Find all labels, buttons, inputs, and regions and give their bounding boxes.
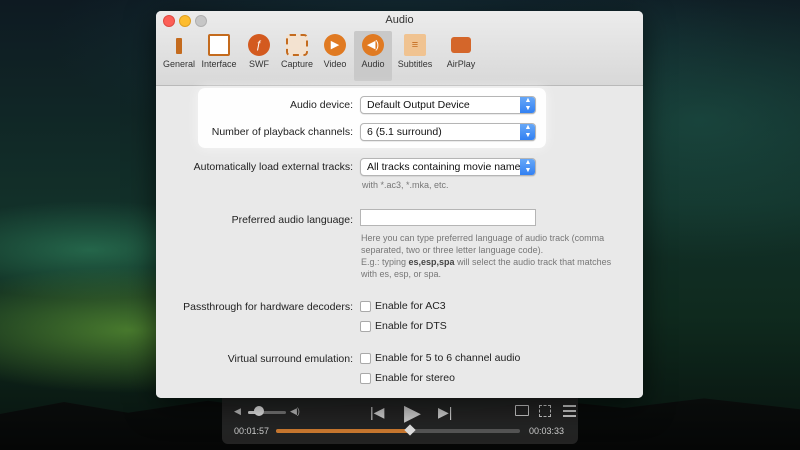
- external-tracks-value: All tracks containing movie name: [367, 161, 521, 173]
- video-icon: ▶: [324, 34, 346, 56]
- tab-subtitles[interactable]: ≡ Subtitles: [392, 31, 438, 81]
- tab-capture[interactable]: Capture: [278, 31, 316, 81]
- preferred-language-label: Preferred audio language:: [231, 214, 353, 226]
- channels-label: Number of playback channels:: [211, 126, 353, 138]
- preferred-language-input[interactable]: [360, 209, 536, 226]
- tab-general[interactable]: General: [160, 31, 198, 81]
- fullscreen-icon[interactable]: [539, 405, 551, 417]
- volume-down-icon[interactable]: ◀: [234, 407, 242, 416]
- dts-label: Enable for DTS: [375, 320, 447, 332]
- tab-interface[interactable]: Interface: [198, 31, 240, 81]
- audio-device-select[interactable]: Default Output Device ▲ ▼: [360, 96, 536, 114]
- chevron-updown-icon: ▲ ▼: [520, 124, 535, 140]
- five-to-six-label: Enable for 5 to 6 channel audio: [375, 352, 521, 364]
- tab-label: AirPlay: [446, 59, 476, 69]
- audio-device-label: Audio device:: [289, 99, 353, 111]
- stereo-label: Enable for stereo: [375, 372, 455, 384]
- seek-bar[interactable]: [276, 424, 520, 436]
- preferred-language-help: Here you can type preferred language of …: [361, 232, 631, 280]
- tab-label: SWF: [249, 59, 269, 69]
- tab-airplay[interactable]: AirPlay: [438, 31, 484, 81]
- passthrough-label: Passthrough for hardware decoders:: [183, 301, 353, 313]
- tab-swf[interactable]: ƒ SWF: [240, 31, 278, 81]
- five-to-six-checkbox-row[interactable]: Enable for 5 to 6 channel audio: [360, 352, 520, 364]
- help-example: es,esp,spa: [408, 257, 455, 267]
- tab-label: General: [162, 59, 196, 69]
- tab-label: Video: [323, 59, 347, 69]
- ac3-checkbox[interactable]: [360, 300, 371, 312]
- help-prefix: E.g.: typing: [361, 257, 409, 267]
- external-tracks-select[interactable]: All tracks containing movie name ▲ ▼: [360, 158, 536, 176]
- help-line: Here you can type preferred language of …: [361, 233, 605, 243]
- general-icon: [176, 38, 182, 54]
- tab-label: Subtitles: [397, 59, 433, 69]
- tab-video[interactable]: ▶ Video: [316, 31, 354, 81]
- preferences-window: Audio General Interface ƒ SWF Capture ▶ …: [156, 11, 643, 398]
- help-line: with es, esp, or spa.: [361, 269, 442, 279]
- playlist-icon[interactable]: [563, 405, 576, 417]
- audio-device-value: Default Output Device: [367, 99, 470, 111]
- tab-audio[interactable]: ◀) Audio: [354, 31, 392, 81]
- chevron-updown-icon: ▲ ▼: [520, 97, 535, 113]
- previous-button[interactable]: |◀: [370, 404, 384, 421]
- tab-label: Capture: [280, 59, 314, 69]
- channels-select[interactable]: 6 (5.1 surround) ▲ ▼: [360, 123, 536, 141]
- ac3-checkbox-row[interactable]: Enable for AC3: [360, 300, 446, 312]
- titlebar: Audio General Interface ƒ SWF Capture ▶ …: [156, 11, 643, 86]
- interface-icon: [208, 34, 230, 56]
- play-button[interactable]: ▶: [404, 400, 421, 426]
- current-time: 00:01:57: [234, 426, 270, 436]
- volume-up-icon[interactable]: ◀): [290, 407, 300, 416]
- seek-progress: [276, 429, 411, 433]
- chevron-updown-icon: ▲ ▼: [520, 159, 535, 175]
- audio-icon: ◀): [362, 34, 384, 56]
- player-buttons-row: ◀ ◀) |◀ ▶ ▶|: [232, 400, 576, 425]
- dts-checkbox-row[interactable]: Enable for DTS: [360, 320, 447, 332]
- preferences-tabs: General Interface ƒ SWF Capture ▶ Video …: [160, 31, 484, 81]
- external-tracks-label: Automatically load external tracks:: [193, 161, 353, 173]
- channels-value: 6 (5.1 surround): [367, 126, 442, 138]
- external-tracks-help: with *.ac3, *.mka, etc.: [362, 180, 449, 190]
- swf-icon: ƒ: [248, 34, 270, 56]
- airplay-icon: [451, 37, 471, 53]
- seek-knob[interactable]: [404, 424, 416, 436]
- airplay-icon[interactable]: [515, 405, 529, 416]
- tab-label: Audio: [361, 59, 385, 69]
- subtitles-icon: ≡: [404, 34, 426, 56]
- stereo-checkbox[interactable]: [360, 372, 371, 384]
- help-line: separated, two or three letter language …: [361, 245, 544, 255]
- tab-label: Interface: [201, 59, 237, 69]
- volume-knob[interactable]: [254, 406, 264, 416]
- audio-settings-panel: Audio device: Default Output Device ▲ ▼ N…: [156, 87, 643, 398]
- five-to-six-checkbox[interactable]: [360, 352, 371, 364]
- dts-checkbox[interactable]: [360, 320, 371, 332]
- virtual-surround-label: Virtual surround emulation:: [227, 353, 353, 365]
- window-title: Audio: [385, 14, 414, 26]
- help-line: E.g.: typing es,esp,spa will select the …: [361, 256, 631, 268]
- help-suffix: will select the audio track that matches: [454, 257, 612, 267]
- ac3-label: Enable for AC3: [375, 300, 446, 312]
- capture-icon: [286, 34, 308, 56]
- total-time: 00:03:33: [528, 426, 564, 436]
- player-controls: ◀ ◀) |◀ ▶ ▶| 00:01:57 00:03:33: [222, 394, 578, 444]
- stereo-checkbox-row[interactable]: Enable for stereo: [360, 372, 455, 384]
- next-button[interactable]: ▶|: [438, 404, 452, 421]
